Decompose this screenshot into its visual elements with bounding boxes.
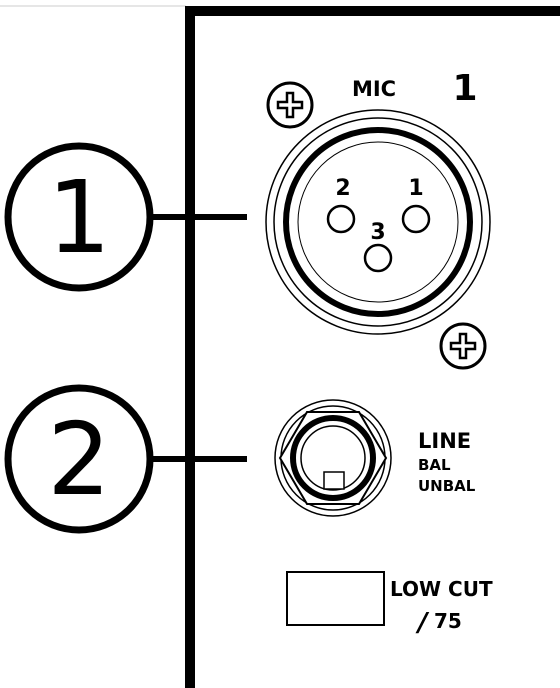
low-cut-slash: / — [415, 608, 430, 638]
channel-number: 1 — [452, 68, 477, 109]
screw-icon — [439, 322, 487, 370]
connector-panel-diagram: 1 2 MIC 1 1 2 3 LINE BAL UNBAL LOW CUT /… — [0, 5, 560, 688]
low-cut-button[interactable] — [286, 571, 385, 626]
pin-label-1: 1 — [408, 176, 423, 201]
xlr-connector-icon[interactable]: 1 2 3 — [265, 109, 491, 335]
mic-label: MIC — [352, 77, 396, 101]
pin-label-2: 2 — [335, 176, 350, 201]
xlr-pin-3 — [363, 243, 393, 273]
xlr-pin-1 — [401, 204, 431, 234]
screw-icon — [266, 81, 314, 129]
jack-latch — [323, 471, 345, 490]
callout-2-number: 2 — [47, 401, 111, 518]
xlr-pin-2 — [326, 204, 356, 234]
low-cut-label: LOW CUT — [390, 577, 493, 601]
callout-1: 1 — [4, 142, 247, 292]
low-cut-value: 75 — [434, 609, 462, 633]
line-bal-label: BAL — [418, 456, 451, 474]
jack-connector-icon[interactable] — [274, 399, 392, 517]
callout-2: 2 — [4, 384, 247, 534]
pin-label-3: 3 — [370, 220, 385, 245]
line-unbal-label: UNBAL — [418, 477, 476, 495]
callout-1-number: 1 — [47, 159, 111, 276]
line-label: LINE — [418, 429, 471, 453]
